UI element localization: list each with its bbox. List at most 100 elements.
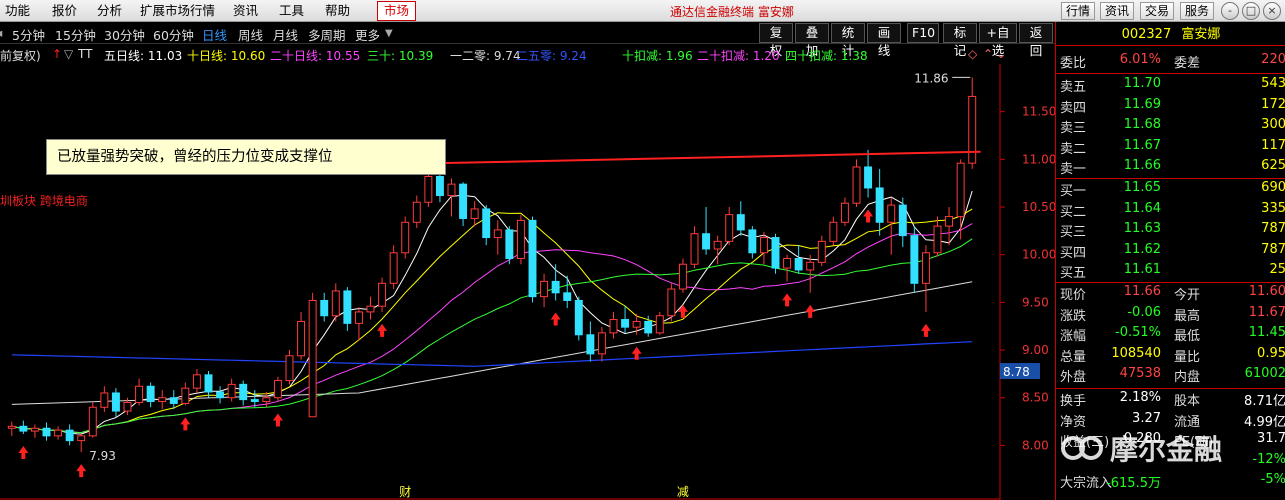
resistance-line — [439, 150, 981, 165]
minimize-icon[interactable]: - — [1221, 2, 1239, 20]
weicha-label: 委差 — [1174, 56, 1201, 71]
candle-body — [7, 425, 16, 429]
adjust-button[interactable]: 复权 — [759, 23, 793, 58]
sell-label: 卖一 — [1060, 162, 1087, 177]
divider — [1056, 282, 1285, 283]
period-30min[interactable]: 30分钟 — [104, 25, 145, 44]
stat-label-2: 内盘 — [1174, 370, 1201, 385]
candle-body — [216, 391, 225, 399]
period-monthly[interactable]: 月线 — [273, 25, 298, 44]
candlestick-chart[interactable]: 11.50 11.00 10.50 10.00 9.50 9.00 8.50 8.00 8.78… — [0, 64, 1055, 500]
stock-header: 002327 富安娜 — [1056, 24, 1285, 46]
y-tick-label: 9.50 — [1022, 295, 1049, 309]
period-15min[interactable]: 15分钟 — [55, 25, 96, 44]
close-icon[interactable]: × — [1263, 2, 1281, 20]
arrow-up-icon[interactable]: ↑ — [52, 47, 62, 61]
candle-body — [250, 399, 259, 403]
menu-bar: 功能 报价 分析 扩展市场行情 资讯 工具 帮助 市场 通达信金融终端 富安娜 … — [0, 0, 1285, 22]
f10-button[interactable]: F10 — [907, 23, 939, 43]
candle-body — [135, 385, 144, 403]
triangle-down-icon[interactable]: ▽ — [64, 47, 73, 61]
buy-volume: 335 — [1261, 200, 1285, 216]
buy-row: 买一 11.65 690 — [1056, 180, 1285, 200]
period-weekly[interactable]: 周线 — [238, 25, 263, 44]
candle-body — [887, 204, 896, 223]
buy-row: 买三 11.63 787 — [1056, 221, 1285, 241]
candle-body — [169, 397, 178, 404]
candle-body — [401, 221, 410, 254]
candle-body — [88, 406, 97, 437]
buy-label: 买四 — [1060, 245, 1087, 261]
stat-row: 涨跌 -0.06 最高 11.67 — [1056, 305, 1285, 325]
period-toolbar: ◂ 5分钟 15分钟 30分钟 60分钟 日线 周线 月线 多周期 更多 ▼ 复… — [0, 22, 1055, 58]
candle-body — [864, 166, 873, 189]
y-tick-label: 10.00 — [1022, 248, 1055, 262]
candle-body — [320, 299, 329, 317]
y-tick-label: 10.50 — [1022, 200, 1055, 214]
diamond-icon[interactable]: ◇ — [968, 47, 977, 61]
candle-body — [586, 334, 595, 355]
candle-body — [702, 233, 711, 250]
y-tick-label: 8.50 — [1022, 391, 1049, 405]
buy-price: 11.62 — [1123, 241, 1161, 257]
chevron-down-icon[interactable]: ▼ — [385, 28, 393, 39]
menu-analysis[interactable]: 分析 — [97, 0, 122, 22]
back-button[interactable]: 返回 — [1019, 23, 1053, 58]
mark-button[interactable]: 标记 — [943, 23, 977, 58]
candle-body — [505, 229, 514, 260]
menu-tools[interactable]: 工具 — [279, 0, 304, 22]
stat-value: 3.27 — [1132, 410, 1161, 426]
candle-body — [875, 187, 884, 223]
stat-value-2: 0.95 — [1257, 345, 1285, 361]
buy-row: 买四 11.62 787 — [1056, 242, 1285, 262]
menu-function[interactable]: 功能 — [5, 0, 30, 22]
stat-label-2: 最高 — [1174, 308, 1201, 324]
ma20-label: 二十日线: 10.55 — [270, 49, 361, 63]
period-more[interactable]: 更多 — [355, 25, 380, 44]
stat-value: -0.06 — [1127, 304, 1161, 320]
candle-body — [273, 380, 282, 399]
watermark: 摩尔金融 — [1060, 428, 1222, 468]
draw-line-button[interactable]: 画线 — [867, 23, 901, 58]
up-arrow-small-icon[interactable]: ⌃ — [983, 47, 993, 61]
candle-body — [678, 263, 687, 290]
candle-body — [921, 252, 930, 284]
period-daily[interactable]: 日线 — [202, 25, 227, 44]
period-multi[interactable]: 多周期 — [308, 25, 346, 44]
weibi-value: 6.01% — [1119, 52, 1161, 67]
ma120-label: 一二零: 9.74 — [450, 49, 521, 63]
sell-row: 卖一 11.66 625 — [1056, 158, 1285, 178]
menu-quote[interactable]: 报价 — [52, 0, 77, 22]
info-button[interactable]: 资讯 — [1100, 2, 1135, 20]
moving-average-lines — [11, 190, 973, 435]
maximize-icon[interactable]: □ — [1242, 2, 1260, 20]
candle-body — [817, 240, 826, 263]
weibi-label: 委比 — [1060, 56, 1087, 71]
candle-body — [100, 392, 109, 408]
stat-value-2: 31.7 — [1257, 431, 1285, 446]
down-arrow-small-icon[interactable]: ⌄ — [996, 47, 1006, 61]
stats-button[interactable]: 统计 — [831, 23, 865, 58]
overlay-button[interactable]: 叠加 — [795, 23, 829, 58]
menu-info[interactable]: 资讯 — [233, 0, 258, 22]
period-5min[interactable]: 5分钟 — [12, 25, 45, 44]
market-button[interactable]: 市场 — [377, 1, 417, 21]
menu-help[interactable]: 帮助 — [325, 0, 350, 22]
candle-body — [725, 214, 734, 242]
ma-legend: 前复权) ↑ ▽ TT 五日线: 11.03 十日线: 10.60 二十日线: … — [0, 44, 1055, 64]
stock-name: 富安娜 — [1181, 27, 1221, 42]
period-60min[interactable]: 60分钟 — [153, 25, 194, 44]
menu-extended-market[interactable]: 扩展市场行情 — [140, 0, 215, 22]
trade-button[interactable]: 交易 — [1140, 2, 1175, 20]
candle-body — [297, 320, 306, 357]
buy-arrow-icon — [180, 417, 191, 431]
ma250-line — [11, 341, 973, 367]
arrow-left-icon[interactable]: ◂ — [0, 25, 2, 40]
candle-body — [262, 397, 271, 403]
buy-arrow-icon — [272, 413, 283, 427]
watermark-text: 摩尔金融 — [1110, 433, 1223, 466]
add-watchlist-button[interactable]: +自选 — [979, 23, 1017, 58]
service-button[interactable]: 服务 — [1180, 2, 1215, 20]
buy-signal-arrows — [18, 209, 931, 478]
quote-button[interactable]: 行情 — [1061, 2, 1096, 20]
